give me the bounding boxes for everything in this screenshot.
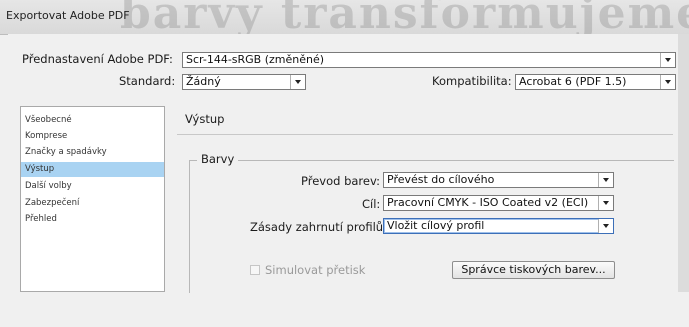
sidebar-item-vseobecne[interactable]: Všeobecné bbox=[21, 113, 164, 128]
chevron-down-icon bbox=[598, 196, 613, 210]
chevron-down-icon bbox=[660, 53, 675, 67]
profile-policy-label: Zásady zahrnutí profilů: bbox=[250, 220, 387, 234]
background-headline: barvy transformujeme do bbox=[120, 0, 689, 35]
standard-value: Žádný bbox=[186, 75, 221, 88]
profile-policy-value: Vložit cílový profil bbox=[387, 219, 485, 232]
color-conversion-value: Převést do cílového bbox=[387, 173, 495, 186]
title-bar: barvy transformujeme do Exportovat Adobe… bbox=[0, 0, 689, 35]
sidebar-item-prehled[interactable]: Přehled bbox=[21, 212, 164, 227]
profile-policy-select[interactable]: Vložit cílový profil bbox=[383, 218, 614, 234]
ink-manager-button[interactable]: Správce tiskových barev... bbox=[452, 261, 615, 279]
destination-value: Pracovní CMYK - ISO Coated v2 (ECI) bbox=[387, 196, 589, 209]
preset-select[interactable]: Scr-144-sRGB (změněné) bbox=[182, 52, 676, 68]
chevron-down-icon bbox=[598, 219, 613, 233]
compatibility-value: Acrobat 6 (PDF 1.5) bbox=[519, 75, 627, 88]
compatibility-label: Kompatibilita: bbox=[432, 74, 512, 88]
panel-title: Výstup bbox=[185, 112, 225, 126]
window-title: Exportovat Adobe PDF bbox=[6, 9, 130, 22]
compatibility-select[interactable]: Acrobat 6 (PDF 1.5) bbox=[515, 74, 676, 90]
chevron-down-icon bbox=[290, 75, 305, 89]
simulate-overprint-checkbox[interactable] bbox=[250, 265, 260, 275]
sidebar-item-komprese[interactable]: Komprese bbox=[21, 129, 164, 144]
sidebar-item-vystup[interactable]: Výstup bbox=[21, 162, 164, 177]
colors-group-title: Barvy bbox=[197, 152, 239, 166]
standard-label: Standard: bbox=[119, 74, 176, 88]
sidebar-item-znacky[interactable]: Značky a spadávky bbox=[21, 145, 164, 160]
destination-select[interactable]: Pracovní CMYK - ISO Coated v2 (ECI) bbox=[383, 195, 614, 211]
sidebar-item-zabezpeceni[interactable]: Zabezpečení bbox=[21, 196, 164, 211]
destination-label: Cíl: bbox=[362, 197, 381, 211]
chevron-down-icon bbox=[660, 75, 675, 89]
sidebar: Všeobecné Komprese Značky a spadávky Výs… bbox=[20, 106, 165, 292]
chevron-down-icon bbox=[598, 173, 613, 187]
color-conversion-select[interactable]: Převést do cílového bbox=[383, 172, 614, 188]
preset-label: Přednastavení Adobe PDF: bbox=[22, 52, 173, 66]
color-conversion-label: Převod barev: bbox=[301, 174, 381, 188]
right-edge bbox=[678, 34, 689, 292]
standard-select[interactable]: Žádný bbox=[182, 74, 306, 90]
preset-value: Scr-144-sRGB (změněné) bbox=[186, 53, 325, 66]
simulate-overprint-label: Simulovat přetisk bbox=[265, 263, 366, 277]
sidebar-item-dalsi-volby[interactable]: Další volby bbox=[21, 179, 164, 194]
